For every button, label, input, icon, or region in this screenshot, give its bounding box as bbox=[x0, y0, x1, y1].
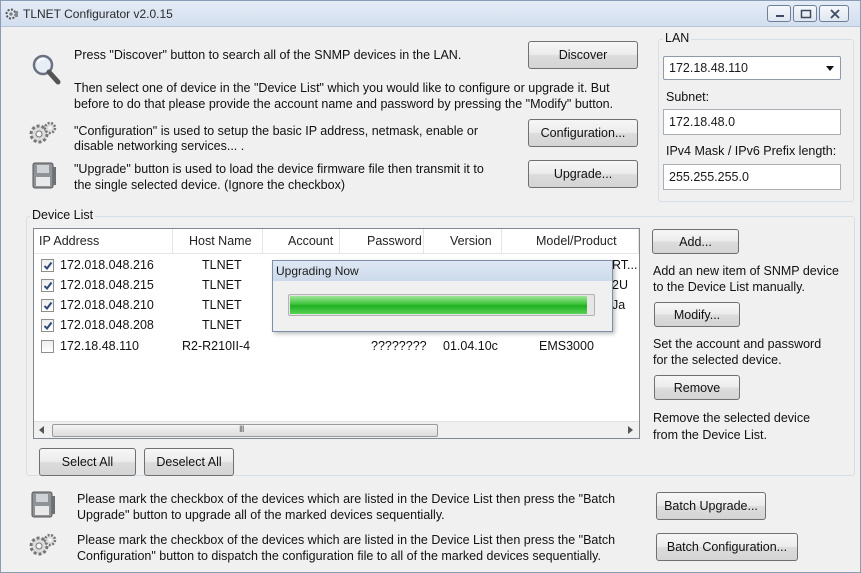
col-version[interactable]: Version bbox=[424, 229, 502, 254]
device-list-group-label: Device List bbox=[30, 208, 96, 222]
device-model: EMS3000 bbox=[539, 339, 594, 353]
select-help-text-1: Then select one of device in the "Device… bbox=[74, 81, 610, 95]
modify-help-text-2: for the selected device. bbox=[653, 353, 782, 367]
upgrade-disk-icon bbox=[32, 162, 56, 189]
select-help-text-2: before to do that please provide the acc… bbox=[74, 97, 614, 111]
remove-button[interactable]: Remove bbox=[654, 375, 740, 400]
discover-help-text: Press "Discover" button to search all of… bbox=[74, 48, 462, 62]
lan-select[interactable]: 172.18.48.110 bbox=[663, 56, 841, 80]
upgrade-help-text-1: "Upgrade" button is used to load the dev… bbox=[74, 162, 484, 176]
title-bar[interactable]: TLNET Configurator v2.0.15 bbox=[1, 1, 860, 27]
device-host: R2-R210II-4 bbox=[182, 339, 251, 353]
progress-fill bbox=[290, 296, 587, 314]
device-host: TLNET bbox=[202, 278, 242, 292]
chevron-down-icon bbox=[826, 66, 834, 71]
batch-upgrade-button[interactable]: Batch Upgrade... bbox=[656, 492, 766, 520]
batch-config-text-1: Please mark the checkbox of the devices … bbox=[77, 533, 616, 547]
scroll-right-icon[interactable] bbox=[628, 426, 634, 434]
scrollbar-grip: III bbox=[239, 424, 244, 434]
config-help-text-1: "Configuration" is used to setup the bas… bbox=[74, 124, 479, 138]
device-version: 01.04.10c bbox=[443, 339, 498, 353]
lan-selected-value: 172.18.48.110 bbox=[669, 61, 749, 75]
subnet-label: Subnet: bbox=[666, 90, 710, 104]
device-ip: 172.018.048.215 bbox=[60, 278, 154, 292]
device-checkbox[interactable] bbox=[41, 319, 54, 332]
col-ip-address[interactable]: IP Address bbox=[34, 229, 173, 254]
close-button[interactable] bbox=[819, 5, 849, 22]
mask-field[interactable]: 255.255.255.0 bbox=[663, 164, 841, 190]
device-checkbox[interactable] bbox=[41, 299, 54, 312]
subnet-field[interactable]: 172.18.48.0 bbox=[663, 109, 841, 135]
app-gear-icon bbox=[5, 8, 18, 20]
scroll-left-icon[interactable] bbox=[39, 426, 45, 434]
window-title: TLNET Configurator v2.0.15 bbox=[23, 7, 173, 21]
device-checkbox[interactable] bbox=[41, 279, 54, 292]
device-ip: 172.018.048.210 bbox=[60, 298, 154, 312]
device-ip: 172.018.048.208 bbox=[60, 318, 154, 332]
device-password: ???????? bbox=[371, 339, 427, 353]
device-host: TLNET bbox=[202, 258, 242, 272]
select-all-button[interactable]: Select All bbox=[39, 448, 136, 476]
col-account[interactable]: Account bbox=[263, 229, 340, 254]
mask-value: 255.255.255.0 bbox=[669, 170, 749, 184]
discover-button[interactable]: Discover bbox=[528, 41, 638, 69]
configuration-button[interactable]: Configuration... bbox=[528, 119, 638, 147]
check-icon bbox=[43, 261, 53, 271]
batch-upgrade-disk-icon bbox=[31, 491, 55, 518]
batch-upgrade-text-1: Please mark the checkbox of the devices … bbox=[77, 492, 616, 506]
device-model: RT... bbox=[612, 258, 638, 272]
dialog-title: Upgrading Now bbox=[273, 261, 612, 281]
config-help-text-2: disable networking services... . bbox=[74, 139, 245, 153]
configurator-window: TLNET Configurator v2.0.15 Press "Discov… bbox=[0, 0, 861, 573]
mask-label: IPv4 Mask / IPv6 Prefix length: bbox=[666, 144, 837, 158]
lan-group-label: LAN bbox=[663, 31, 692, 45]
device-checkbox[interactable] bbox=[41, 340, 54, 353]
device-row[interactable]: 172.18.48.110 R2-R210II-4 ???????? 01.04… bbox=[34, 337, 639, 357]
upgrade-button[interactable]: Upgrade... bbox=[528, 160, 638, 188]
deselect-all-button[interactable]: Deselect All bbox=[144, 448, 234, 476]
magnifier-icon bbox=[32, 54, 61, 85]
batch-upgrade-text-2: Upgrade" button to upgrade all of the ma… bbox=[77, 508, 445, 522]
scrollbar-thumb[interactable]: III bbox=[52, 424, 438, 437]
configuration-gear-icon bbox=[29, 121, 57, 144]
batch-configuration-gear-icon bbox=[29, 533, 57, 556]
device-checkbox[interactable] bbox=[41, 259, 54, 272]
minimize-icon bbox=[776, 15, 784, 17]
device-list-header: IP Address Host Name Account Password Ve… bbox=[34, 229, 639, 254]
batch-config-text-2: Configuration" button to dispatch the co… bbox=[77, 549, 601, 563]
upgrade-help-text-2: the single selected device. (Ignore the … bbox=[74, 178, 345, 192]
batch-configuration-button[interactable]: Batch Configuration... bbox=[656, 533, 798, 561]
modify-button[interactable]: Modify... bbox=[654, 302, 740, 327]
remove-help-text-1: Remove the selected device bbox=[653, 411, 811, 425]
upgrading-dialog: Upgrading Now bbox=[272, 260, 613, 332]
device-ip: 172.18.48.110 bbox=[60, 339, 140, 353]
add-help-text-2: to the Device List manually. bbox=[653, 280, 805, 294]
device-model: 2U bbox=[612, 278, 628, 292]
add-button[interactable]: Add... bbox=[652, 229, 739, 254]
device-host: TLNET bbox=[202, 298, 242, 312]
col-model-product[interactable]: Model/Product bbox=[502, 229, 639, 254]
device-model: Ja bbox=[612, 298, 626, 312]
maximize-button[interactable] bbox=[793, 5, 817, 22]
horizontal-scrollbar[interactable]: III bbox=[34, 421, 639, 438]
add-help-text-1: Add an new item of SNMP device bbox=[653, 264, 839, 278]
maximize-icon bbox=[800, 9, 812, 19]
device-host: TLNET bbox=[202, 318, 242, 332]
check-icon bbox=[43, 281, 53, 291]
modify-help-text-1: Set the account and password bbox=[653, 337, 822, 351]
check-icon bbox=[43, 321, 53, 331]
col-host-name[interactable]: Host Name bbox=[173, 229, 263, 254]
remove-help-text-2: from the Device List. bbox=[653, 428, 767, 442]
device-ip: 172.018.048.216 bbox=[60, 258, 154, 272]
check-icon bbox=[43, 301, 53, 311]
col-password[interactable]: Password bbox=[340, 229, 424, 254]
subnet-value: 172.18.48.0 bbox=[669, 115, 736, 129]
close-icon bbox=[830, 9, 840, 19]
minimize-button[interactable] bbox=[767, 5, 791, 22]
upgrade-progress-bar bbox=[288, 294, 595, 316]
